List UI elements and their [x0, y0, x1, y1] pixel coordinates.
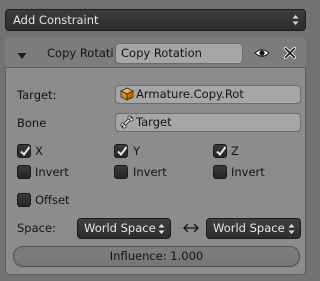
checkbox-y[interactable] — [114, 144, 128, 158]
checkbox-x[interactable] — [17, 144, 31, 158]
triangle-down-icon[interactable] — [17, 49, 27, 59]
space-label: Space: — [17, 221, 56, 235]
updown-arrows-icon — [158, 223, 165, 235]
constraint-panel — [5, 37, 306, 275]
checkbox-invert-x[interactable] — [17, 165, 31, 179]
close-icon[interactable] — [283, 46, 297, 60]
target-value: Armature.Copy.Rot — [136, 87, 244, 101]
add-constraint-dropdown[interactable]: Add Constraint — [5, 9, 306, 31]
checkbox-invert-z[interactable] — [213, 165, 227, 179]
target-field[interactable]: Armature.Copy.Rot — [115, 85, 301, 104]
checkbox-invert-y[interactable] — [114, 165, 128, 179]
bone-value: Target — [136, 115, 172, 129]
updown-arrows-icon — [288, 223, 295, 235]
axis-y-label: Y — [133, 144, 141, 158]
armature-cube-icon — [120, 87, 134, 101]
influence-slider[interactable]: Influence: 1.000 — [13, 246, 300, 267]
owner-space-value: World Space — [84, 221, 156, 235]
checkbox-offset[interactable] — [17, 193, 31, 207]
axis-x-label: X — [35, 144, 43, 158]
invert-x-label: Invert — [35, 165, 69, 179]
axis-z-label: Z — [231, 144, 239, 158]
bone-icon — [120, 115, 134, 129]
invert-y-label: Invert — [133, 165, 167, 179]
bone-field[interactable]: Target — [115, 113, 301, 132]
checkbox-z[interactable] — [213, 144, 227, 158]
influence-text: Influence: 1.000 — [109, 249, 204, 263]
add-constraint-label: Add Constraint — [13, 13, 99, 27]
owner-space-dropdown[interactable]: World Space — [77, 218, 171, 239]
offset-label: Offset — [35, 193, 70, 207]
target-label: Target: — [17, 88, 57, 102]
constraint-name-label: Copy Rotati — [47, 46, 114, 60]
updown-arrows-icon — [292, 14, 299, 26]
target-space-value: World Space — [213, 221, 285, 235]
double-arrow-icon — [182, 222, 200, 234]
invert-z-label: Invert — [231, 165, 265, 179]
target-space-dropdown[interactable]: World Space — [206, 218, 301, 239]
bone-label: Bone — [17, 116, 47, 130]
constraint-name-field[interactable]: Copy Rotation — [115, 43, 243, 64]
eye-icon[interactable] — [254, 46, 270, 60]
